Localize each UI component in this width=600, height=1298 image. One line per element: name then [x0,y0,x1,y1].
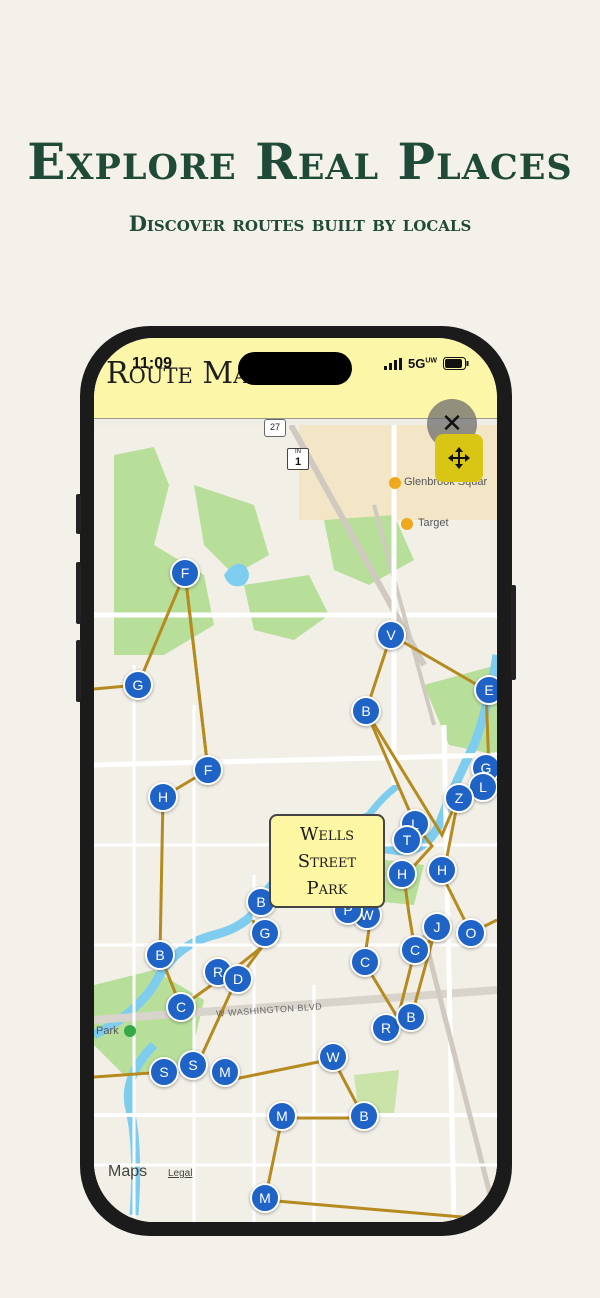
map-pin[interactable]: T [392,825,422,855]
map-pin[interactable]: C [350,947,380,977]
subheadline: Discover routes built by locals [128,211,472,236]
recenter-button[interactable] [435,434,483,482]
map-pin[interactable]: H [427,855,457,885]
map-pin[interactable]: H [148,782,178,812]
map-pin[interactable]: E [474,675,497,705]
maps-label: Maps [108,1163,148,1180]
map-pin[interactable]: G [123,670,153,700]
map-pin[interactable]: B [349,1101,379,1131]
poi-icon [401,518,413,530]
legal-link[interactable]: Legal [168,1168,192,1179]
place-popup[interactable]: Wells Street Park [269,814,385,908]
poi-icon [389,477,401,489]
map-view[interactable]: 27 IN 1 Glenbrook Squar Target Park W WA… [94,419,497,1222]
phone-side-button [76,562,81,624]
route-shield-1-number: 1 [294,456,302,468]
move-arrows-icon [448,447,470,469]
poi-label-target: Target [418,517,449,529]
dynamic-island [238,352,352,385]
network-type: 5G [407,356,426,371]
map-pin[interactable]: S [178,1050,208,1080]
map-pin[interactable]: G [250,918,280,948]
route-shield-1: IN 1 [287,448,309,470]
map-pin[interactable]: V [376,620,406,650]
phone-side-button [76,494,81,534]
phone-screen: 27 IN 1 Glenbrook Squar Target Park W WA… [94,338,497,1222]
map-pin[interactable]: F [170,558,200,588]
map-pin[interactable]: M [210,1057,240,1087]
phone-power-button [511,585,516,680]
map-pin[interactable]: M [250,1183,280,1213]
map-pin[interactable]: Z [444,783,474,813]
network-label: 5GUW [408,356,437,371]
popup-line: Park [306,877,348,899]
map-pin[interactable]: F [193,755,223,785]
park-label: Park [96,1025,119,1037]
map-pin[interactable]: D [223,964,253,994]
park-icon [124,1025,136,1037]
map-pin[interactable]: B [145,940,175,970]
map-pin[interactable]: C [166,992,196,1022]
map-pin[interactable]: B [351,696,381,726]
route-shield-27: 27 [264,419,286,437]
network-sub: UW [425,357,437,365]
map-pin[interactable]: C [400,935,430,965]
headline: Explore Real Places [27,132,573,191]
map-pin[interactable]: J [422,912,452,942]
battery-icon [443,357,469,370]
route-shield-1-top: IN [295,449,301,455]
map-pin[interactable]: O [456,918,486,948]
phone-side-button [76,640,81,702]
status-time: 11:09 [132,355,173,372]
status-icons: 5GUW [383,356,469,371]
map-pin[interactable]: M [267,1101,297,1131]
map-pin[interactable]: B [396,1002,426,1032]
signal-icon [383,357,402,370]
map-pin[interactable]: S [149,1057,179,1087]
maps-attribution: Maps [108,1163,147,1181]
map-pin[interactable]: H [387,859,417,889]
map-pin[interactable]: W [318,1042,348,1072]
popup-line: Wells [299,823,355,845]
popup-line: Street [297,850,357,872]
